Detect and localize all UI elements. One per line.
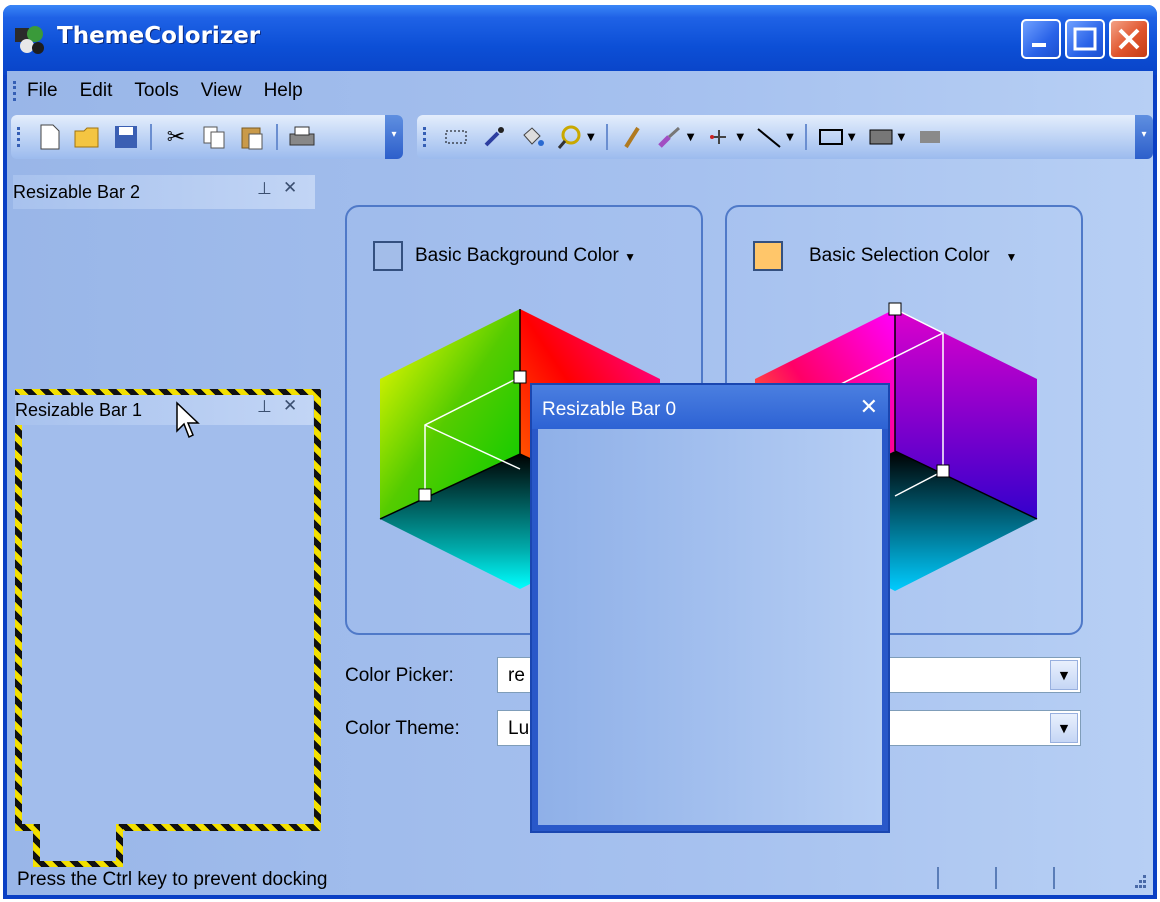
background-color-label[interactable]: Basic Background Color ▼ xyxy=(415,245,636,267)
close-icon[interactable]: ✕ xyxy=(283,396,297,416)
rectangle-solid-icon[interactable] xyxy=(916,123,944,151)
line-tool-icon[interactable] xyxy=(755,123,783,151)
close-button[interactable] xyxy=(1109,19,1149,59)
standard-toolbar: ✂ ▾ xyxy=(11,115,403,159)
menu-bar: File Edit Tools View Help xyxy=(7,71,1153,111)
background-color-swatch[interactable] xyxy=(373,241,403,271)
toolbar-separator xyxy=(150,124,152,150)
rectangle-filled-icon[interactable] xyxy=(867,123,895,151)
menu-file[interactable]: File xyxy=(27,80,58,102)
print-icon[interactable] xyxy=(288,123,316,151)
resizable-bar-0-body xyxy=(538,429,882,825)
status-bar: Press the Ctrl key to prevent docking xyxy=(7,865,1153,895)
resizable-bar-0-window[interactable]: Resizable Bar 0 ✕ xyxy=(530,383,890,833)
magnifier-icon[interactable] xyxy=(556,123,584,151)
chevron-down-icon[interactable]: ▼ xyxy=(1050,660,1078,690)
window-title: ThemeColorizer xyxy=(57,23,261,49)
pin-icon[interactable]: ⊥ xyxy=(257,179,272,199)
chevron-down-icon[interactable]: ▼ xyxy=(898,132,906,143)
resize-grip-icon[interactable] xyxy=(1129,873,1147,891)
toolbar-grip[interactable] xyxy=(423,127,427,147)
chevron-down-icon[interactable]: ▼ xyxy=(848,132,856,143)
resizable-bar-1-body xyxy=(22,396,314,824)
color-picker-label: Color Picker: xyxy=(345,665,454,686)
save-icon[interactable] xyxy=(112,123,140,151)
color-theme-value: Lu xyxy=(508,718,530,739)
chevron-down-icon[interactable]: ▼ xyxy=(587,132,595,143)
pin-icon[interactable]: ⊥ xyxy=(257,397,272,417)
status-text: Press the Ctrl key to prevent docking xyxy=(17,869,328,890)
status-divider xyxy=(995,867,997,889)
toolbar-overflow-button[interactable]: ▾ xyxy=(385,115,403,159)
fill-bucket-icon[interactable] xyxy=(518,123,546,151)
app-icon xyxy=(15,26,44,54)
selection-color-swatch[interactable] xyxy=(753,241,783,271)
title-bar[interactable]: ThemeColorizer xyxy=(3,5,1157,75)
drawing-toolbar: ▼ ▼ ▼ ▼ ▼ ▼ ▾ xyxy=(417,115,1153,159)
resizable-bar-0-title: Resizable Bar 0 xyxy=(542,399,677,420)
close-icon[interactable]: ✕ xyxy=(283,178,297,198)
toolbar-separator xyxy=(605,124,608,150)
menu-view[interactable]: View xyxy=(201,80,242,102)
rectangle-select-icon[interactable] xyxy=(442,123,470,151)
menu-help[interactable]: Help xyxy=(264,80,303,102)
chevron-down-icon[interactable]: ▼ xyxy=(1050,713,1078,743)
menu-grip[interactable] xyxy=(13,81,17,101)
airbrush-icon[interactable] xyxy=(705,123,733,151)
chevron-down-icon: ▼ xyxy=(624,250,636,264)
app-window: ThemeColorizer File Edit Tools View Help xyxy=(3,5,1157,899)
chevron-down-icon[interactable]: ▼ xyxy=(687,132,695,143)
status-divider xyxy=(937,867,939,889)
resizable-bar-1-title: Resizable Bar 1 xyxy=(15,399,143,420)
chevron-down-icon: ▼ xyxy=(1005,250,1018,264)
resizable-bar-0-titlebar[interactable]: Resizable Bar 0 xyxy=(532,385,888,429)
chevron-down-icon[interactable]: ▼ xyxy=(786,132,794,143)
paste-icon[interactable] xyxy=(238,123,266,151)
client-area: File Edit Tools View Help ✂ ▾ ▼ ▼ ▼ ▼ ▼ … xyxy=(7,71,1153,895)
new-file-icon[interactable] xyxy=(36,123,64,151)
resizable-bar-1-tab xyxy=(40,821,116,861)
close-icon[interactable]: ✕ xyxy=(860,395,878,420)
menu-edit[interactable]: Edit xyxy=(80,80,113,102)
minimize-icon xyxy=(1032,43,1046,47)
chevron-down-icon[interactable]: ▼ xyxy=(736,132,744,143)
copy-icon[interactable] xyxy=(200,123,228,151)
toolbar-separator xyxy=(804,124,807,150)
pencil-icon[interactable] xyxy=(618,123,646,151)
resizable-bar-2-title: Resizable Bar 2 xyxy=(13,181,141,202)
menu-tools[interactable]: Tools xyxy=(134,80,178,102)
toolbar-grip[interactable] xyxy=(17,127,21,147)
color-theme-label: Color Theme: xyxy=(345,718,460,739)
maximize-button[interactable] xyxy=(1065,19,1105,59)
status-divider xyxy=(1053,867,1055,889)
mouse-cursor-icon xyxy=(176,401,200,439)
maximize-icon xyxy=(1073,27,1097,51)
open-folder-icon[interactable] xyxy=(74,123,102,151)
toolbar-overflow-button[interactable]: ▾ xyxy=(1135,115,1153,159)
color-picker-value: re xyxy=(508,665,525,686)
toolbar-separator xyxy=(276,124,278,150)
close-icon xyxy=(1118,28,1140,50)
eyedropper-icon[interactable] xyxy=(480,123,508,151)
rectangle-outline-icon[interactable] xyxy=(817,123,845,151)
selection-color-label[interactable]: Basic Selection Color ▼ xyxy=(809,245,1017,267)
minimize-button[interactable] xyxy=(1021,19,1061,59)
cut-icon[interactable]: ✂ xyxy=(162,123,190,151)
brush-icon[interactable] xyxy=(656,123,684,151)
